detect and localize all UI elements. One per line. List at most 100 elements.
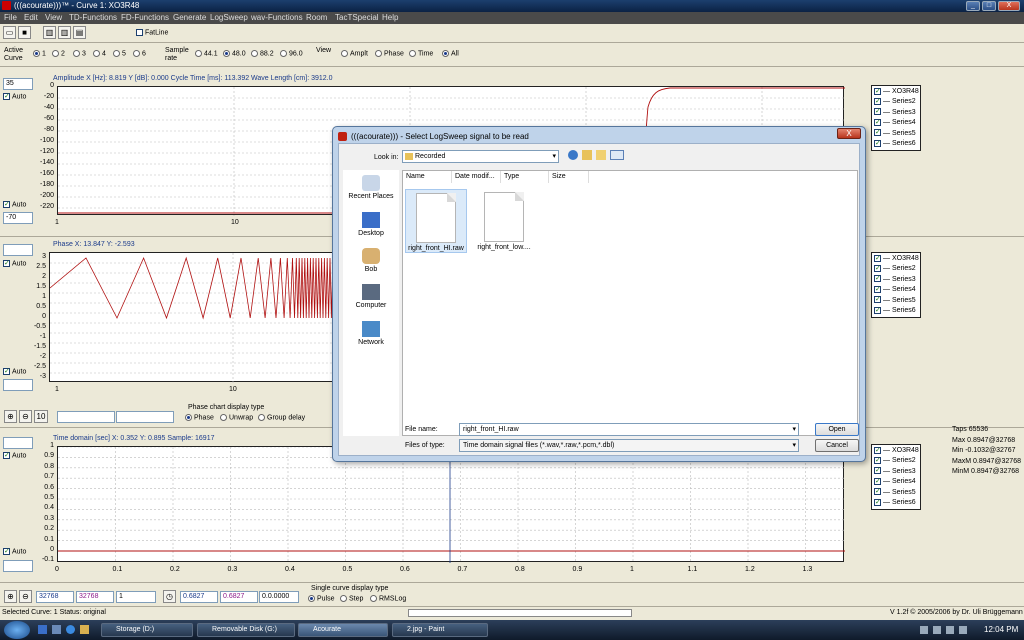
sample-end-input[interactable]: 32768	[76, 591, 114, 603]
legend-item[interactable]: ✓ — Series5	[874, 129, 918, 139]
amplitude-auto-top-checkbox[interactable]: ✓ Auto	[3, 93, 26, 100]
place-network[interactable]: Network	[343, 321, 399, 346]
rate-radio-44[interactable]: 44.1	[195, 50, 218, 57]
legend-item[interactable]: ✓ — XO3R48	[874, 87, 919, 97]
file-type-dropdown[interactable]: Time domain signal files (*.wav,*.raw,*.…	[459, 439, 799, 452]
rate-radio-48[interactable]: 48.0	[223, 50, 246, 57]
menu-logsweep[interactable]: LogSweep	[210, 13, 248, 22]
views-menu-icon[interactable]	[610, 150, 624, 160]
legend-item[interactable]: ✓ — Series4	[874, 118, 918, 128]
minimize-button[interactable]: _	[966, 1, 980, 11]
task-paint[interactable]: 2.jpg - Paint	[392, 623, 488, 637]
curve-radio-3[interactable]: 3	[73, 50, 86, 57]
delete-all-icon[interactable]: ▥	[58, 26, 71, 39]
place-user[interactable]: Bob	[343, 248, 399, 273]
sample-step-input[interactable]: 1	[116, 591, 156, 603]
zoom-in-icon[interactable]: ⊕	[4, 410, 17, 423]
file-item[interactable]: right_front_HI.raw	[405, 189, 467, 253]
delete-icon[interactable]: ▥	[43, 26, 56, 39]
legend-item[interactable]: ✓ — Series6	[874, 139, 918, 149]
phase-radio-unwrap[interactable]: Unwrap	[220, 414, 253, 421]
time-auto-top-checkbox[interactable]: ✓ Auto	[3, 452, 26, 459]
file-name-input[interactable]: right_front_HI.raw ▾	[459, 423, 799, 436]
legend-item[interactable]: ✓ — Series4	[874, 477, 918, 487]
amplitude-min-input[interactable]: -70	[3, 212, 33, 224]
time-chart[interactable]	[57, 446, 845, 563]
legend-item[interactable]: ✓ — Series2	[874, 264, 918, 274]
tray-icon[interactable]	[920, 626, 928, 634]
menu-generate[interactable]: Generate	[173, 13, 206, 22]
maximize-button[interactable]: □	[982, 1, 996, 11]
menu-tactspecial[interactable]: TacTSpecial	[335, 13, 379, 22]
legend-item[interactable]: ✓ — Series3	[874, 467, 918, 477]
fatline-checkbox[interactable]: FatLine	[136, 29, 168, 36]
browser-icon[interactable]	[66, 625, 75, 634]
legend-item[interactable]: ✓ — Series6	[874, 498, 918, 508]
legend-item[interactable]: ✓ — Series5	[874, 488, 918, 498]
dialog-close-button[interactable]: X	[837, 128, 861, 139]
menu-view[interactable]: View	[45, 13, 62, 22]
menu-fd-functions[interactable]: FD-Functions	[121, 13, 169, 22]
phase-radio-phase[interactable]: Phase	[185, 414, 214, 421]
view-radio-phase[interactable]: Phase	[375, 50, 404, 57]
taskbar-clock[interactable]: 12:04 PM	[984, 625, 1018, 634]
sample-start-input[interactable]: 32768	[36, 591, 74, 603]
task-acourate[interactable]: Acourate	[298, 623, 388, 637]
legend-item[interactable]: ✓ — Series3	[874, 275, 918, 285]
place-desktop[interactable]: Desktop	[343, 212, 399, 237]
rate-radio-88[interactable]: 88.2	[251, 50, 274, 57]
tray-icon[interactable]	[933, 626, 941, 634]
curve-radio-6[interactable]: 6	[133, 50, 146, 57]
view-radio-all[interactable]: All	[442, 50, 459, 57]
start-button[interactable]	[4, 621, 30, 639]
time-step-input[interactable]: 0.0.0000	[259, 591, 299, 603]
legend-item[interactable]: ✓ — Series2	[874, 97, 918, 107]
time-start-input[interactable]: 0.6827	[180, 591, 218, 603]
phase-radio-group-delay[interactable]: Group delay	[258, 414, 305, 421]
menu-room[interactable]: Room	[306, 13, 327, 22]
legend-item[interactable]: ✓ — Series2	[874, 456, 918, 466]
curve-radio-2[interactable]: 2	[52, 50, 65, 57]
type-radio-step[interactable]: Step	[340, 595, 363, 602]
zoom-in-time-icon[interactable]: ⊕	[4, 590, 17, 603]
legend-item[interactable]: ✓ — Series5	[874, 296, 918, 306]
menu-edit[interactable]: Edit	[24, 13, 38, 22]
file-item[interactable]: right_front_low....	[473, 189, 535, 251]
save-icon[interactable]: ■	[18, 26, 31, 39]
menu-wav-functions[interactable]: wav-Functions	[251, 13, 303, 22]
view-radio-time[interactable]: Time	[409, 50, 433, 57]
type-radio-rmslog[interactable]: RMSLog	[370, 595, 406, 602]
task-removable-disk[interactable]: Removable Disk (G:)	[197, 623, 295, 637]
type-radio-pulse[interactable]: Pulse	[308, 595, 335, 602]
new-folder-icon[interactable]	[596, 150, 606, 160]
phase-range-input-1[interactable]	[57, 411, 115, 423]
curve-radio-1[interactable]: 1	[33, 50, 46, 57]
menu-file[interactable]: File	[4, 13, 17, 22]
switch-windows-icon[interactable]	[52, 625, 61, 634]
zoom-out-time-icon[interactable]: ⊖	[19, 590, 32, 603]
column-name[interactable]: Name	[403, 171, 452, 183]
menu-td-functions[interactable]: TD-Functions	[69, 13, 117, 22]
rate-radio-96[interactable]: 96.0	[280, 50, 303, 57]
legend-item[interactable]: ✓ — XO3R48	[874, 254, 919, 264]
legend-item[interactable]: ✓ — XO3R48	[874, 446, 919, 456]
volume-icon[interactable]	[959, 626, 967, 634]
tray-icon[interactable]	[946, 626, 954, 634]
legend-item[interactable]: ✓ — Series3	[874, 108, 918, 118]
phase-min-input[interactable]	[3, 379, 33, 391]
print-icon[interactable]: ▤	[73, 26, 86, 39]
back-icon[interactable]	[568, 150, 578, 160]
look-in-dropdown[interactable]: Recorded ▾	[402, 150, 559, 163]
legend-item[interactable]: ✓ — Series4	[874, 285, 918, 295]
zoom-out-icon[interactable]: ⊖	[19, 410, 32, 423]
up-folder-icon[interactable]	[582, 150, 592, 160]
open-folder-icon[interactable]: ▭	[3, 26, 16, 39]
task-storage[interactable]: Storage (D:)	[101, 623, 193, 637]
cancel-button[interactable]: Cancel	[815, 439, 859, 452]
explorer-icon[interactable]	[80, 625, 89, 634]
open-button[interactable]: Open	[815, 423, 859, 436]
show-desktop-icon[interactable]	[38, 625, 47, 634]
legend-item[interactable]: ✓ — Series6	[874, 306, 918, 316]
amplitude-auto-bottom-checkbox[interactable]: ✓ Auto	[3, 201, 26, 208]
curve-radio-4[interactable]: 4	[93, 50, 106, 57]
